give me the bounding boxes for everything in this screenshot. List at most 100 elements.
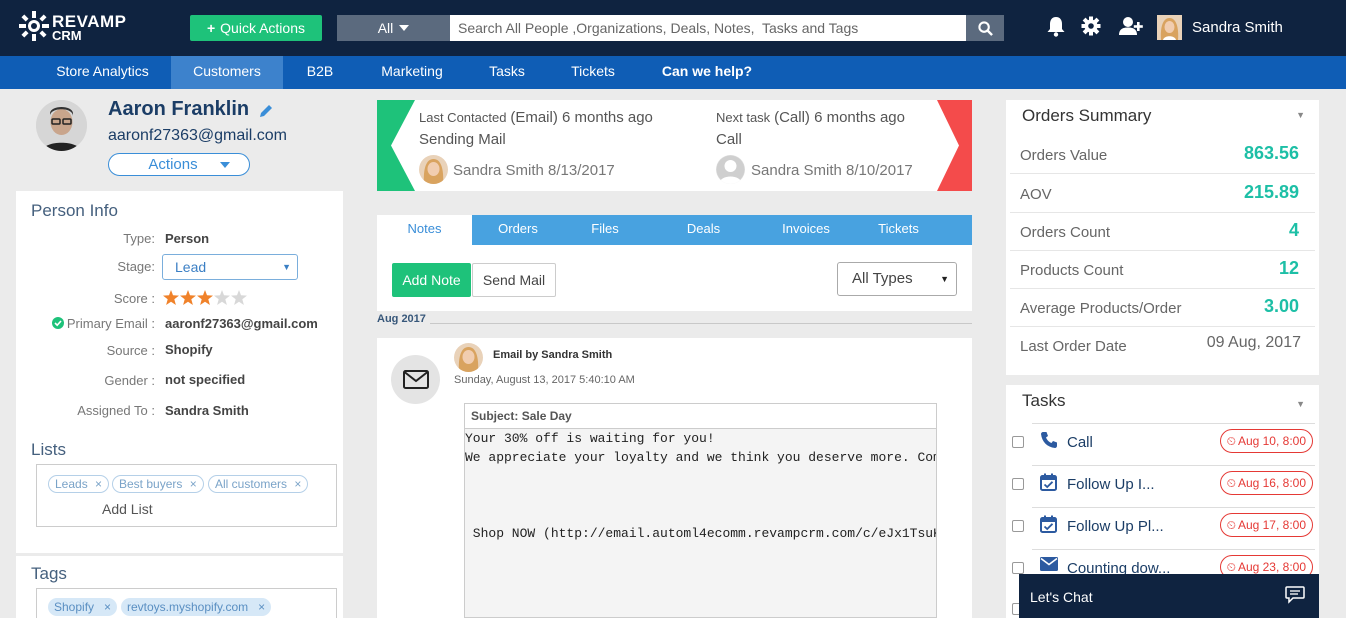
list-chip-leads[interactable]: Leads × bbox=[48, 475, 110, 493]
nav-tasks[interactable]: Tasks bbox=[482, 56, 532, 89]
aov-row: AOV 215.89 bbox=[1010, 176, 1315, 213]
edit-pencil-icon[interactable] bbox=[259, 104, 273, 118]
task-checkbox[interactable] bbox=[1012, 436, 1024, 448]
type-value: Person bbox=[165, 231, 210, 246]
envelope-icon bbox=[391, 355, 440, 404]
star-empty-icon[interactable] bbox=[214, 290, 230, 305]
star-filled-icon[interactable] bbox=[180, 290, 196, 305]
actions-dropdown[interactable]: Actions bbox=[108, 153, 250, 176]
remove-icon[interactable]: × bbox=[104, 600, 111, 614]
quick-actions-label: Quick Actions bbox=[220, 20, 305, 36]
source-value: Shopify bbox=[165, 342, 213, 357]
tag-chip-shopify[interactable]: Shopify × bbox=[48, 598, 118, 616]
tab-deals[interactable]: Deals bbox=[666, 215, 741, 245]
task-checkbox[interactable] bbox=[1012, 562, 1024, 574]
task-row[interactable]: Call ⏲ Aug 10, 8:00 bbox=[1006, 423, 1319, 465]
stage-select[interactable]: Lead ▼ bbox=[162, 254, 298, 280]
collapse-caret-icon[interactable]: ▼ bbox=[1296, 110, 1305, 120]
plus-icon: + bbox=[206, 20, 216, 36]
task-name[interactable]: Call bbox=[1067, 434, 1093, 451]
live-chat-widget[interactable]: Let's Chat bbox=[1019, 574, 1319, 618]
remove-icon[interactable]: × bbox=[95, 477, 102, 491]
nav-marketing[interactable]: Marketing bbox=[373, 56, 451, 89]
caret-down-icon bbox=[399, 25, 410, 31]
products-count-row: Products Count 12 bbox=[1010, 252, 1315, 289]
nav-b2b[interactable]: B2B bbox=[296, 56, 344, 89]
products-count-value: 12 bbox=[1278, 258, 1299, 278]
task-due-badge: ⏲ Aug 16, 8:00 bbox=[1219, 471, 1313, 495]
global-search-input[interactable] bbox=[450, 15, 966, 41]
email-subject-row: Subject: Sale Day bbox=[465, 404, 936, 429]
list-chip-best-buyers[interactable]: Best buyers × bbox=[112, 475, 204, 493]
score-label: Score : bbox=[113, 291, 155, 306]
task-name[interactable]: Follow Up Pl... bbox=[1067, 518, 1164, 535]
user-name[interactable]: Sandra Smith bbox=[1192, 19, 1283, 36]
task-row[interactable]: Follow Up I... ⏲ Aug 16, 8:00 bbox=[1006, 465, 1319, 507]
orders-value: 863.56 bbox=[1243, 143, 1299, 163]
clock-icon: ⏲ bbox=[1226, 518, 1236, 532]
detail-tabs: Notes Orders Files Deals Invoices Ticket… bbox=[377, 215, 972, 246]
orders-summary-card: Orders Summary ▼ Orders Value 863.56 AOV… bbox=[1006, 100, 1319, 375]
note-type-filter[interactable]: All Types ▼ bbox=[837, 262, 957, 296]
tab-notes[interactable]: Notes bbox=[377, 215, 472, 246]
email-body-line: We appreciate your loyalty and we think … bbox=[465, 450, 937, 465]
nav-help[interactable]: Can we help? bbox=[656, 56, 758, 89]
type-label: Type: bbox=[123, 231, 155, 246]
list-chip-all-customers[interactable]: All customers × bbox=[208, 475, 309, 493]
task-name[interactable]: Follow Up I... bbox=[1067, 476, 1155, 493]
tab-files[interactable]: Files bbox=[564, 215, 646, 245]
orders-value-row: Orders Value 863.56 bbox=[1010, 137, 1315, 174]
lists-card: Lists bbox=[16, 435, 343, 553]
task-due-badge: ⏲ Aug 17, 8:00 bbox=[1219, 513, 1313, 537]
settings-button[interactable] bbox=[1081, 16, 1101, 36]
add-list-input[interactable]: Add List bbox=[102, 501, 153, 517]
revamp-crm-logo[interactable]: REVAMP CRM bbox=[18, 10, 128, 44]
chat-label: Let's Chat bbox=[1030, 589, 1093, 605]
task-checkbox[interactable] bbox=[1012, 478, 1024, 490]
nav-store-analytics[interactable]: Store Analytics bbox=[45, 56, 160, 89]
notifications-button[interactable] bbox=[1046, 16, 1066, 37]
next-task-detail: (Call) 6 months ago bbox=[774, 109, 905, 126]
email-preview[interactable]: Subject: Sale Day Your 30% off is waitin… bbox=[464, 403, 937, 618]
remove-icon[interactable]: × bbox=[190, 477, 197, 491]
search-scope-dropdown[interactable]: All bbox=[337, 15, 450, 41]
aov-value: 215.89 bbox=[1243, 182, 1299, 202]
search-button[interactable] bbox=[966, 15, 1004, 41]
collapse-caret-icon[interactable]: ▼ bbox=[1296, 399, 1305, 409]
remove-icon[interactable]: × bbox=[294, 477, 301, 491]
note-timestamp: Sunday, August 13, 2017 5:40:10 AM bbox=[454, 374, 635, 386]
task-divider bbox=[1032, 507, 1315, 508]
calendar-check-icon bbox=[1040, 473, 1057, 491]
last-order-date-label: Last Order Date bbox=[1020, 338, 1127, 355]
last-contacted-action: Sending Mail bbox=[419, 131, 506, 148]
contact-status-banner: Last Contacted (Email) 6 months ago Send… bbox=[377, 100, 972, 191]
nav-tickets[interactable]: Tickets bbox=[563, 56, 623, 89]
score-stars[interactable] bbox=[163, 290, 247, 305]
task-row[interactable]: Follow Up Pl... ⏲ Aug 17, 8:00 bbox=[1006, 507, 1319, 549]
add-user-button[interactable] bbox=[1118, 16, 1144, 36]
primary-email-value[interactable]: aaronf27363@gmail.com bbox=[165, 316, 318, 331]
tab-invoices[interactable]: Invoices bbox=[765, 215, 847, 245]
star-filled-icon[interactable] bbox=[197, 290, 213, 305]
main-nav: Store Analytics Customers B2B Marketing … bbox=[0, 56, 1346, 89]
orders-value-label: Orders Value bbox=[1020, 147, 1108, 164]
nav-customers[interactable]: Customers bbox=[171, 56, 283, 89]
remove-icon[interactable]: × bbox=[258, 600, 265, 614]
add-note-button[interactable]: Add Note bbox=[392, 263, 471, 297]
star-empty-icon[interactable] bbox=[231, 290, 247, 305]
tab-tickets[interactable]: Tickets bbox=[861, 215, 936, 245]
tab-orders[interactable]: Orders bbox=[472, 215, 564, 245]
user-avatar[interactable] bbox=[1157, 15, 1182, 40]
person-email[interactable]: aaronf27363@gmail.com bbox=[108, 127, 287, 145]
send-mail-button[interactable]: Send Mail bbox=[472, 263, 556, 297]
last-contact-avatar bbox=[419, 155, 448, 184]
chat-bubble-icon bbox=[1285, 586, 1305, 604]
email-body-link[interactable]: Shop NOW (http://email.automl4ecomm.reva… bbox=[465, 526, 936, 541]
task-checkbox[interactable] bbox=[1012, 520, 1024, 532]
task-due-badge: ⏲ Aug 10, 8:00 bbox=[1219, 429, 1313, 453]
quick-actions-button[interactable]: + Quick Actions bbox=[190, 15, 322, 41]
tag-chip-revtoys[interactable]: revtoys.myshopify.com × bbox=[121, 598, 272, 616]
person-avatar bbox=[36, 100, 87, 151]
next-task-label: Next task bbox=[716, 110, 771, 125]
star-filled-icon[interactable] bbox=[163, 290, 179, 305]
